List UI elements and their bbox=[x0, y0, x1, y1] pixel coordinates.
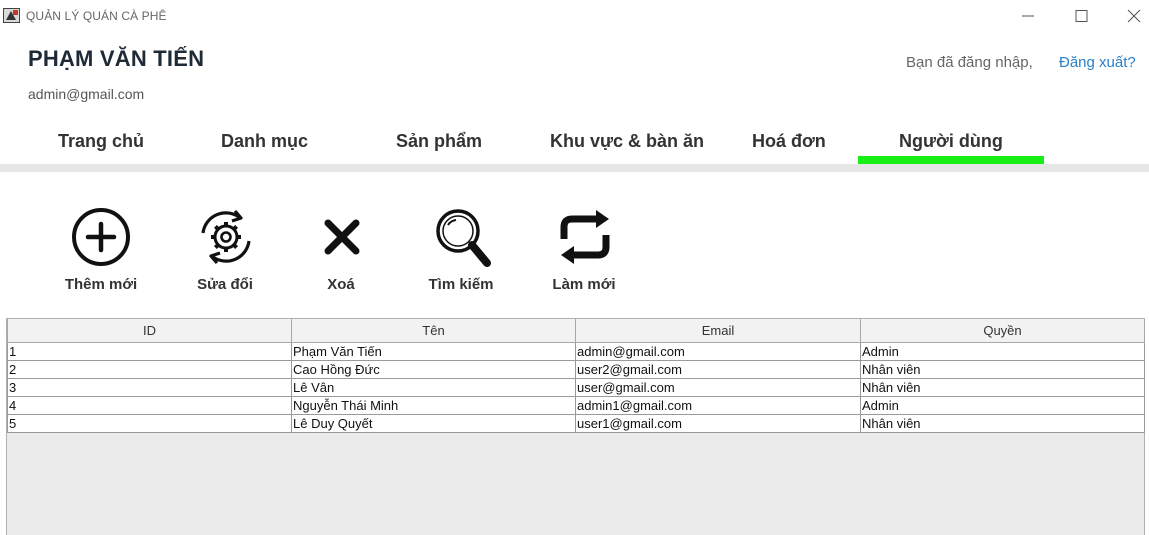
delete-icon bbox=[324, 219, 360, 255]
users-grid: ID Tên Email Quyền 1 Phạm Văn Tiến admin… bbox=[7, 319, 1145, 433]
cell-email[interactable]: admin1@gmail.com bbox=[575, 396, 861, 415]
close-icon[interactable] bbox=[1124, 6, 1144, 26]
cell-name[interactable]: Lê Vân bbox=[291, 378, 576, 397]
table-row[interactable]: 5 Lê Duy Quyết user1@gmail.com Nhân viên bbox=[7, 414, 1145, 433]
cell-email[interactable]: user@gmail.com bbox=[575, 378, 861, 397]
refresh-label: Làm mới bbox=[552, 276, 616, 293]
cell-id[interactable]: 1 bbox=[7, 342, 292, 361]
table-row[interactable]: 3 Lê Vân user@gmail.com Nhân viên bbox=[7, 378, 1145, 397]
cell-name[interactable]: Lê Duy Quyết bbox=[291, 414, 576, 433]
minimize-icon[interactable] bbox=[1018, 6, 1038, 26]
logout-link[interactable]: Đăng xuất? bbox=[1059, 54, 1136, 71]
cell-id[interactable]: 4 bbox=[7, 396, 292, 415]
search-label: Tìm kiếm bbox=[428, 276, 494, 293]
table-header-row: ID Tên Email Quyền bbox=[7, 319, 1145, 343]
cell-name[interactable]: Cao Hồng Đức bbox=[291, 360, 576, 379]
tab-invoices[interactable]: Hoá đơn bbox=[752, 131, 826, 152]
tab-home[interactable]: Trang chủ bbox=[58, 131, 144, 152]
settings-sync-icon bbox=[201, 209, 251, 265]
cell-name[interactable]: Nguyễn Thái Minh bbox=[291, 396, 576, 415]
refresh-button[interactable]: Làm mới bbox=[534, 205, 634, 300]
cell-email[interactable]: user1@gmail.com bbox=[575, 414, 861, 433]
delete-button[interactable]: Xoá bbox=[291, 205, 391, 300]
nav-divider bbox=[0, 164, 1149, 172]
delete-label: Xoá bbox=[327, 276, 355, 293]
column-header-id[interactable]: ID bbox=[7, 319, 292, 343]
user-name: PHẠM VĂN TIẾN bbox=[28, 46, 205, 71]
cell-email[interactable]: user2@gmail.com bbox=[575, 360, 861, 379]
cell-email[interactable]: admin@gmail.com bbox=[575, 342, 861, 361]
title-bar: QUẢN LÝ QUÁN CÀ PHÊ bbox=[0, 0, 1149, 32]
column-header-email[interactable]: Email bbox=[575, 319, 861, 343]
tab-products[interactable]: Sản phẩm bbox=[396, 131, 482, 152]
cell-id[interactable]: 3 bbox=[7, 378, 292, 397]
table-row[interactable]: 4 Nguyễn Thái Minh admin1@gmail.com Admi… bbox=[7, 396, 1145, 415]
add-icon bbox=[72, 208, 130, 266]
refresh-icon bbox=[560, 210, 610, 264]
cell-role[interactable]: Nhân viên bbox=[860, 414, 1145, 433]
login-status-text: Bạn đã đăng nhập, bbox=[906, 54, 1033, 71]
cell-id[interactable]: 2 bbox=[7, 360, 292, 379]
cell-role[interactable]: Nhân viên bbox=[860, 378, 1145, 397]
app-icon bbox=[3, 8, 20, 23]
tab-categories[interactable]: Danh mục bbox=[221, 131, 308, 152]
window-title: QUẢN LÝ QUÁN CÀ PHÊ bbox=[26, 9, 167, 23]
cell-role[interactable]: Admin bbox=[860, 396, 1145, 415]
search-icon bbox=[436, 209, 491, 267]
cell-role[interactable]: Nhân viên bbox=[860, 360, 1145, 379]
column-header-role[interactable]: Quyền bbox=[860, 319, 1145, 343]
user-email: admin@gmail.com bbox=[28, 86, 145, 102]
add-button[interactable]: Thêm mới bbox=[51, 205, 151, 300]
table-row[interactable]: 2 Cao Hồng Đức user2@gmail.com Nhân viên bbox=[7, 360, 1145, 379]
cell-name[interactable]: Phạm Văn Tiến bbox=[291, 342, 576, 361]
add-label: Thêm mới bbox=[64, 276, 138, 293]
cell-id[interactable]: 5 bbox=[7, 414, 292, 433]
edit-label: Sửa đổi bbox=[197, 276, 253, 293]
maximize-icon[interactable] bbox=[1071, 6, 1091, 26]
cell-role[interactable]: Admin bbox=[860, 342, 1145, 361]
table-row[interactable]: 1 Phạm Văn Tiến admin@gmail.com Admin bbox=[7, 342, 1145, 361]
active-tab-indicator bbox=[858, 156, 1044, 164]
edit-button[interactable]: Sửa đổi bbox=[175, 205, 275, 300]
users-table: ID Tên Email Quyền 1 Phạm Văn Tiến admin… bbox=[6, 318, 1145, 535]
tab-areas-tables[interactable]: Khu vực & bàn ăn bbox=[550, 131, 704, 152]
column-header-name[interactable]: Tên bbox=[291, 319, 576, 343]
tab-users[interactable]: Người dùng bbox=[899, 131, 1003, 152]
search-button[interactable]: Tìm kiếm bbox=[411, 205, 511, 300]
